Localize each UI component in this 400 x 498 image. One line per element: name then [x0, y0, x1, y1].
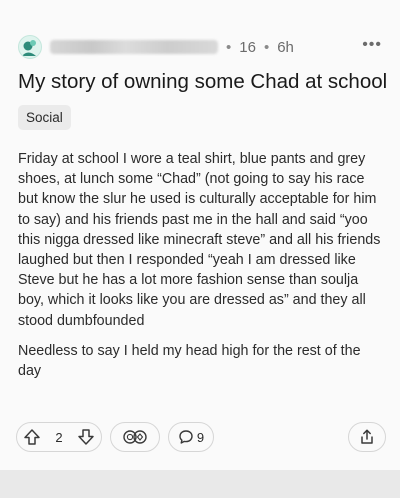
bottom-divider: [0, 470, 400, 498]
post-title: My story of owning some Chad at school: [18, 70, 388, 93]
post-body-paragraph: Friday at school I wore a teal shirt, bl…: [18, 151, 381, 329]
share-button[interactable]: [348, 422, 386, 452]
post-body: Friday at school I wore a teal shirt, bl…: [18, 149, 386, 391]
more-options-button[interactable]: •••: [362, 36, 382, 54]
vote-control: 2: [16, 422, 102, 452]
award-button[interactable]: [110, 422, 160, 452]
post-card: • 16 • 6h ••• My story of owning some Ch…: [0, 0, 400, 470]
post-age: 6h: [277, 38, 294, 56]
arrow-up-icon[interactable]: [22, 427, 42, 447]
share-icon: [358, 428, 376, 446]
award-icon: [119, 428, 151, 446]
post-body-paragraph: Needless to say I held my head high for …: [18, 342, 361, 380]
upvote-count: 2: [55, 429, 63, 445]
avatar-icon[interactable]: [18, 35, 42, 59]
author-name-redacted[interactable]: [50, 40, 218, 54]
comments-button[interactable]: 9: [168, 422, 214, 452]
arrow-down-icon[interactable]: [76, 427, 96, 447]
post-flair[interactable]: Social: [18, 105, 71, 130]
post-actions: 2 9: [16, 422, 386, 452]
meta-separator: •: [226, 38, 232, 56]
meta-vote-count: 16: [239, 38, 256, 56]
post-meta: • 16 • 6h: [18, 34, 294, 60]
comment-icon: [178, 429, 194, 445]
meta-separator-2: •: [263, 38, 270, 56]
comment-count: 9: [196, 429, 205, 445]
